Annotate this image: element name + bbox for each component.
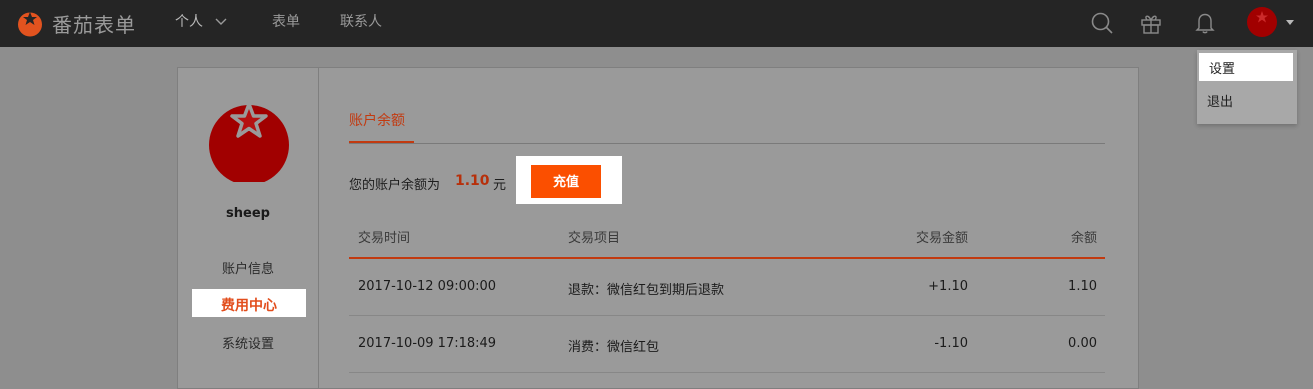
app-logo[interactable]: 番茄表单 [16, 8, 136, 38]
header-balance: 余额 [1070, 231, 1097, 246]
cell-balance: 1.10 [1068, 279, 1097, 294]
nav-personal[interactable]: 个人 [175, 0, 227, 47]
header-time: 交易时间 [358, 231, 411, 246]
nav-personal-label: 个人 [175, 14, 203, 30]
menu-item-logout[interactable]: 退出 [1197, 86, 1297, 120]
tomato-logo-icon [18, 12, 42, 37]
balance-unit: 元 [493, 178, 507, 193]
tab-account-balance[interactable]: 账户余额 [349, 110, 405, 130]
top-navbar: 番茄表单 个人 表单 联系人 [0, 0, 1313, 47]
recharge-button[interactable]: 充值 [531, 165, 601, 198]
main-content: 账户余额 您的账户余额为 1.10 元 充值 交易时间 交易项目 交易金额 余额… [320, 68, 1138, 388]
cell-time: 2017-10-09 17:18:49 [358, 336, 497, 351]
user-dropdown-menu: 设置 退出 [1197, 50, 1297, 124]
cell-time: 2017-10-12 09:00:00 [358, 279, 497, 294]
cell-amount: +1.10 [928, 279, 968, 294]
sidebar-item-account-info[interactable]: 账户信息 [178, 258, 318, 277]
profile-avatar [209, 102, 289, 182]
menu-item-settings-label: 设置 [1209, 62, 1236, 77]
search-icon[interactable] [1090, 11, 1114, 35]
app-name: 番茄表单 [52, 12, 136, 37]
recharge-highlight: 充值 [516, 156, 622, 204]
cell-item: 消费：微信红包 [568, 340, 660, 355]
nav-contacts[interactable]: 联系人 [340, 0, 382, 47]
menu-item-logout-label: 退出 [1207, 95, 1234, 110]
profile-username: sheep [226, 206, 270, 221]
table-row: 2017-10-09 17:18:49 消费：微信红包 -1.10 0.00 [349, 316, 1105, 373]
table-row: 2017-10-12 09:00:00 退款：微信红包到期后退款 +1.10 1… [349, 259, 1105, 316]
caret-down-icon[interactable] [1286, 20, 1294, 25]
gift-icon[interactable] [1139, 11, 1163, 35]
sidebar-divider [318, 68, 319, 388]
balance-amount: 1.10 [455, 173, 490, 189]
sidebar-item-system-settings[interactable]: 系统设置 [178, 333, 318, 352]
tomato-avatar-icon [1256, 11, 1268, 23]
header-item: 交易项目 [568, 231, 621, 246]
cell-item: 退款：微信红包到期后退款 [568, 283, 725, 298]
cell-amount: -1.10 [934, 336, 968, 351]
sidebar-item-fee-center-label: 费用中心 [221, 298, 277, 314]
account-card: sheep 账户信息 费用中心 系统设置 账户余额 您的账户余额为 1.10 元… [177, 67, 1139, 389]
nav-forms[interactable]: 表单 [272, 0, 300, 47]
chevron-down-icon [215, 18, 227, 25]
tab-divider [349, 143, 1105, 144]
bell-icon[interactable] [1193, 11, 1217, 35]
menu-item-settings[interactable]: 设置 [1199, 53, 1293, 81]
table-header: 交易时间 交易项目 交易金额 余额 [349, 227, 1105, 257]
user-avatar[interactable] [1247, 7, 1277, 37]
header-amount: 交易金额 [915, 231, 968, 246]
sidebar-item-fee-center[interactable]: 费用中心 [192, 289, 306, 317]
balance-label: 您的账户余额为 [349, 178, 441, 193]
cell-balance: 0.00 [1068, 336, 1097, 351]
